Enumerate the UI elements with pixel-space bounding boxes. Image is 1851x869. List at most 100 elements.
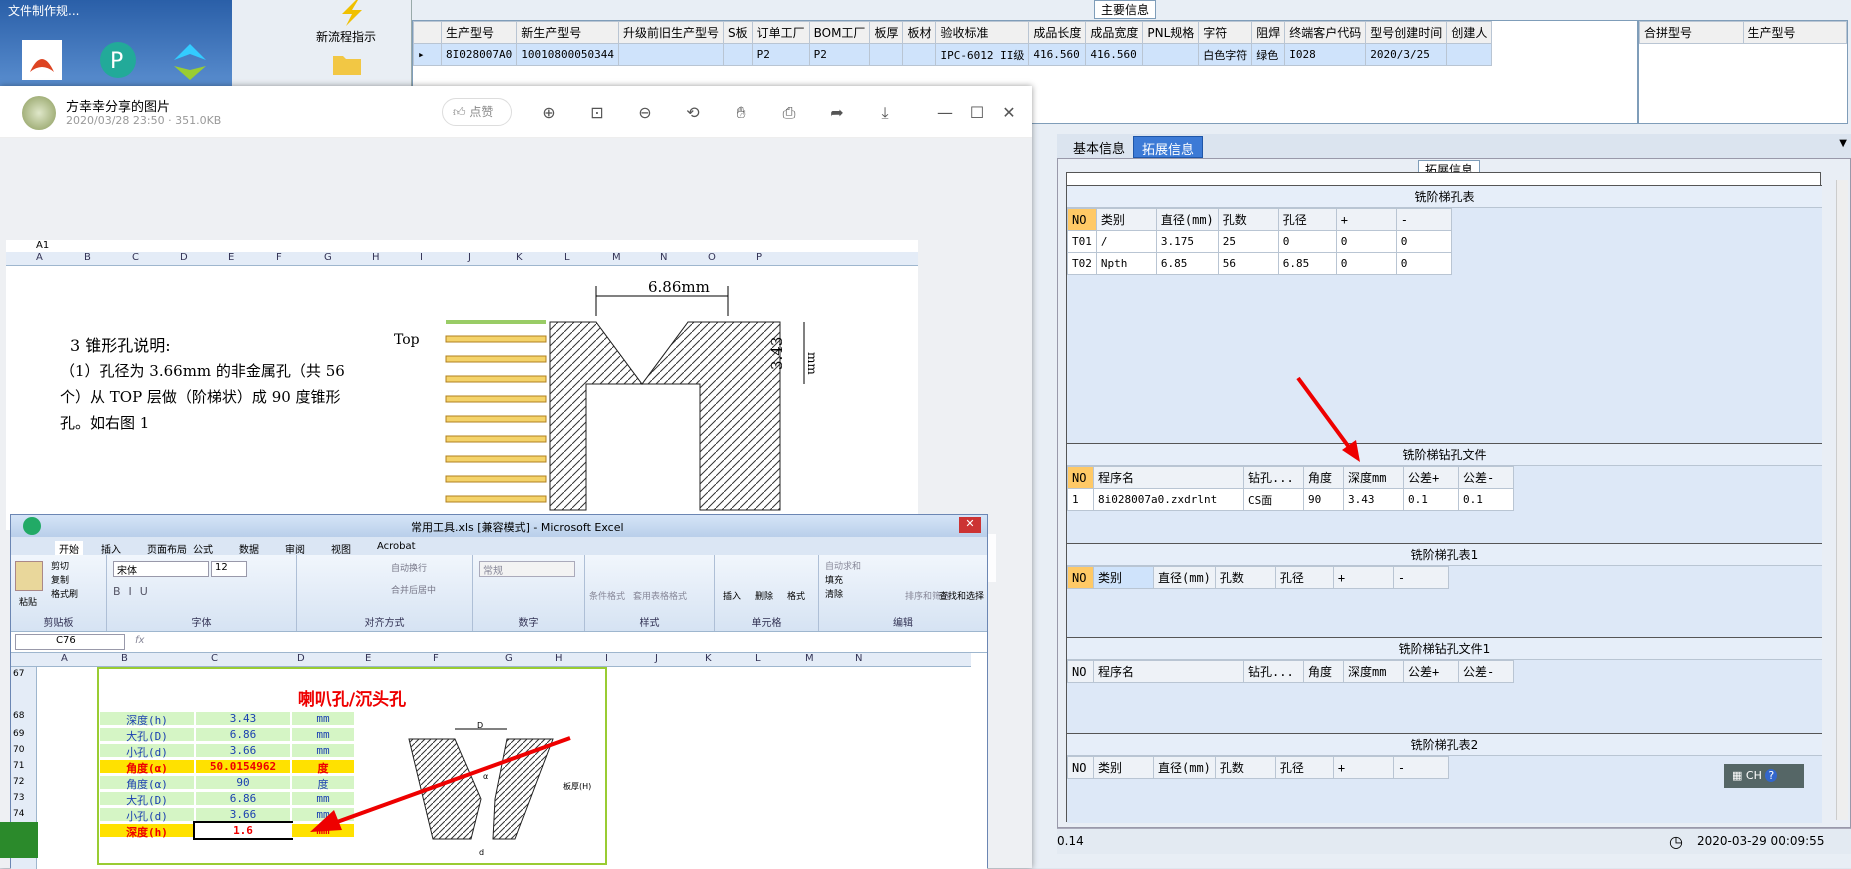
font-size-select[interactable]: 12 bbox=[211, 561, 247, 577]
column-header[interactable]: NO bbox=[1067, 756, 1094, 779]
column-header[interactable]: 公差- bbox=[1458, 660, 1514, 683]
calc-cell[interactable]: 大孔(D) bbox=[99, 727, 195, 743]
excel-close-icon[interactable]: ✕ bbox=[959, 517, 981, 533]
calc-cell[interactable]: 90 bbox=[195, 775, 291, 790]
delete-button[interactable]: 删除 bbox=[755, 589, 773, 602]
number-format-select[interactable]: 常规 bbox=[479, 561, 575, 577]
column-header[interactable]: NO bbox=[1067, 566, 1094, 589]
table-cell[interactable]: 绿色 bbox=[1251, 43, 1286, 66]
table-cell[interactable]: 8i028007a0.zxdrlnt bbox=[1093, 488, 1244, 511]
column-header[interactable]: 直径(mm) bbox=[1155, 208, 1219, 231]
calc-cell[interactable]: 3.43 bbox=[195, 711, 291, 726]
column-header[interactable]: 孔径 bbox=[1274, 756, 1334, 779]
column-header[interactable]: 角度 bbox=[1303, 660, 1344, 683]
column-header[interactable]: PNL规格 bbox=[1142, 21, 1200, 44]
column-header[interactable]: S板 bbox=[722, 21, 753, 44]
table-cell[interactable]: / bbox=[1095, 230, 1157, 253]
calc-cell[interactable]: 1.6 bbox=[193, 821, 293, 840]
calc-cell[interactable]: 小孔(d) bbox=[99, 743, 195, 759]
table-format-button[interactable]: 套用表格格式 bbox=[633, 589, 687, 602]
find-select-button[interactable]: 查找和选择 bbox=[939, 589, 984, 602]
zoom-out-icon[interactable]: ⊖ bbox=[634, 102, 656, 124]
column-letter[interactable]: E bbox=[365, 653, 371, 664]
table-cell[interactable]: 0 bbox=[1335, 230, 1397, 253]
table-cell[interactable]: 90 bbox=[1303, 488, 1344, 511]
ribbon-tab[interactable]: 插入 bbox=[101, 541, 121, 556]
table-cell[interactable]: T01 bbox=[1067, 230, 1097, 253]
close-icon[interactable]: ✕ bbox=[998, 102, 1020, 124]
column-letter[interactable]: M bbox=[612, 252, 621, 263]
table-cell[interactable]: CS面 bbox=[1243, 488, 1304, 511]
zoom-in-icon[interactable]: ⊕ bbox=[538, 102, 560, 124]
column-header[interactable]: NO bbox=[1067, 208, 1097, 231]
table-row[interactable]: 1 8i028007a0.zxdrlnt CS面 90 3.43 0.1 0.1 bbox=[1067, 488, 1514, 511]
print-icon[interactable]: ⎙ bbox=[778, 102, 800, 124]
calc-cell[interactable]: 大孔(D) bbox=[99, 791, 195, 807]
row-number[interactable]: 72 bbox=[13, 777, 24, 787]
column-header[interactable]: 角度 bbox=[1303, 466, 1344, 489]
column-header[interactable]: 孔数 bbox=[1214, 756, 1276, 779]
share-icon[interactable]: ➦ bbox=[826, 102, 848, 124]
help-icon[interactable]: ? bbox=[1765, 769, 1778, 782]
column-header[interactable]: NO bbox=[1067, 466, 1094, 489]
column-header[interactable]: 程序名 bbox=[1093, 660, 1244, 683]
calc-cell[interactable]: 深度(h) bbox=[99, 823, 195, 839]
table-cell[interactable] bbox=[1446, 43, 1493, 66]
column-header[interactable]: 验收标准 bbox=[935, 21, 1030, 44]
cut-button[interactable]: 剪切 bbox=[51, 559, 69, 572]
table-cell[interactable]: 白色字符 bbox=[1198, 43, 1253, 66]
column-header[interactable]: 成品长度 bbox=[1028, 21, 1087, 44]
column-header[interactable]: + bbox=[1332, 756, 1394, 779]
column-header[interactable]: 钻孔... bbox=[1243, 466, 1304, 489]
column-header[interactable]: 终端客户代码 bbox=[1284, 21, 1367, 44]
clear-button[interactable]: 清除 bbox=[825, 587, 843, 600]
minimize-icon[interactable]: — bbox=[934, 102, 956, 124]
column-header[interactable]: 孔径 bbox=[1274, 566, 1334, 589]
table-cell[interactable]: P2 bbox=[808, 43, 871, 66]
table-cell[interactable] bbox=[869, 43, 904, 66]
avatar[interactable] bbox=[22, 96, 56, 130]
table-cell[interactable]: 3.43 bbox=[1343, 488, 1404, 511]
tab-basic-info[interactable]: 基本信息 bbox=[1065, 136, 1133, 158]
column-header[interactable]: - bbox=[1392, 566, 1449, 589]
table-row[interactable]: T01/3.175 25 0 0 0 bbox=[1067, 230, 1452, 253]
column-header[interactable]: 孔径 bbox=[1277, 208, 1337, 231]
merge-model-header[interactable]: 合拼型号 bbox=[1639, 21, 1744, 44]
calc-cell[interactable]: 3.66 bbox=[195, 807, 291, 822]
ribbon-tab[interactable]: 数据 bbox=[239, 541, 259, 556]
column-header[interactable]: 型号创建时间 bbox=[1365, 21, 1448, 44]
font-select[interactable]: 宋体 bbox=[113, 561, 209, 577]
extended-scrollbar[interactable] bbox=[1836, 180, 1848, 820]
app-p-icon[interactable]: P bbox=[98, 40, 138, 80]
lightning-icon[interactable] bbox=[332, 0, 372, 26]
calc-cell[interactable]: 角度(α) bbox=[99, 759, 195, 775]
column-letter[interactable]: I bbox=[420, 252, 423, 263]
conditional-format-button[interactable]: 条件格式 bbox=[589, 589, 625, 602]
table-cell[interactable]: 1 bbox=[1067, 488, 1094, 511]
calc-cell[interactable]: 50.0154962 bbox=[195, 759, 291, 774]
ribbon-tab[interactable]: 审阅 bbox=[285, 541, 305, 556]
table-cell[interactable]: 416.560 bbox=[1028, 43, 1087, 66]
table-cell[interactable]: Npth bbox=[1095, 252, 1157, 275]
table-cell[interactable]: 25 bbox=[1217, 230, 1279, 253]
row-number[interactable]: 71 bbox=[13, 761, 24, 771]
table-cell[interactable]: 6.85 bbox=[1277, 252, 1337, 275]
side-model-header[interactable]: 生产型号 bbox=[1742, 21, 1847, 44]
office-button-icon[interactable] bbox=[23, 517, 41, 535]
calc-cell[interactable]: 6.86 bbox=[195, 727, 291, 742]
format-painter-button[interactable]: 格式刷 bbox=[51, 587, 78, 600]
table-cell[interactable] bbox=[1142, 43, 1200, 66]
column-letter[interactable]: L bbox=[564, 252, 570, 263]
column-header[interactable]: NO bbox=[1067, 660, 1094, 683]
column-letter[interactable]: B bbox=[84, 252, 91, 263]
rotate-icon[interactable]: ⟲ bbox=[682, 102, 704, 124]
column-header[interactable]: 字符 bbox=[1198, 21, 1253, 44]
column-header[interactable]: 类别 bbox=[1093, 756, 1154, 779]
column-letter[interactable]: M bbox=[805, 653, 814, 664]
column-letter[interactable]: N bbox=[660, 252, 667, 263]
column-letter[interactable]: D bbox=[297, 653, 305, 664]
folder-icon[interactable] bbox=[332, 52, 362, 76]
row-number[interactable]: 70 bbox=[13, 745, 24, 755]
merge-center-button[interactable]: 合并后居中 bbox=[391, 583, 436, 596]
column-header[interactable]: 类别 bbox=[1093, 566, 1154, 589]
